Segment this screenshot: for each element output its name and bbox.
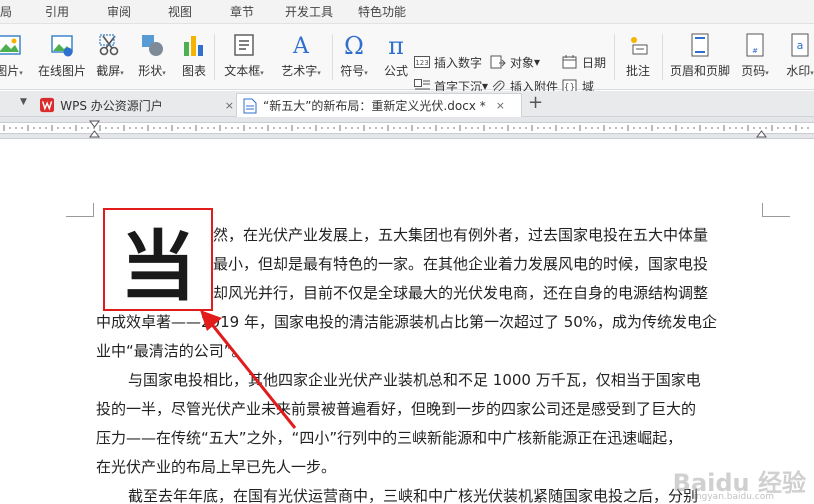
wps-writer-window: 局 引用 审阅 视图 章节 开发工具 特色功能 图片▾ 在线图片 截屏▾ 形状▾…	[0, 0, 814, 504]
annotation-arrow	[200, 310, 297, 429]
watermark-url: jingyan.baidu.com	[690, 492, 774, 502]
